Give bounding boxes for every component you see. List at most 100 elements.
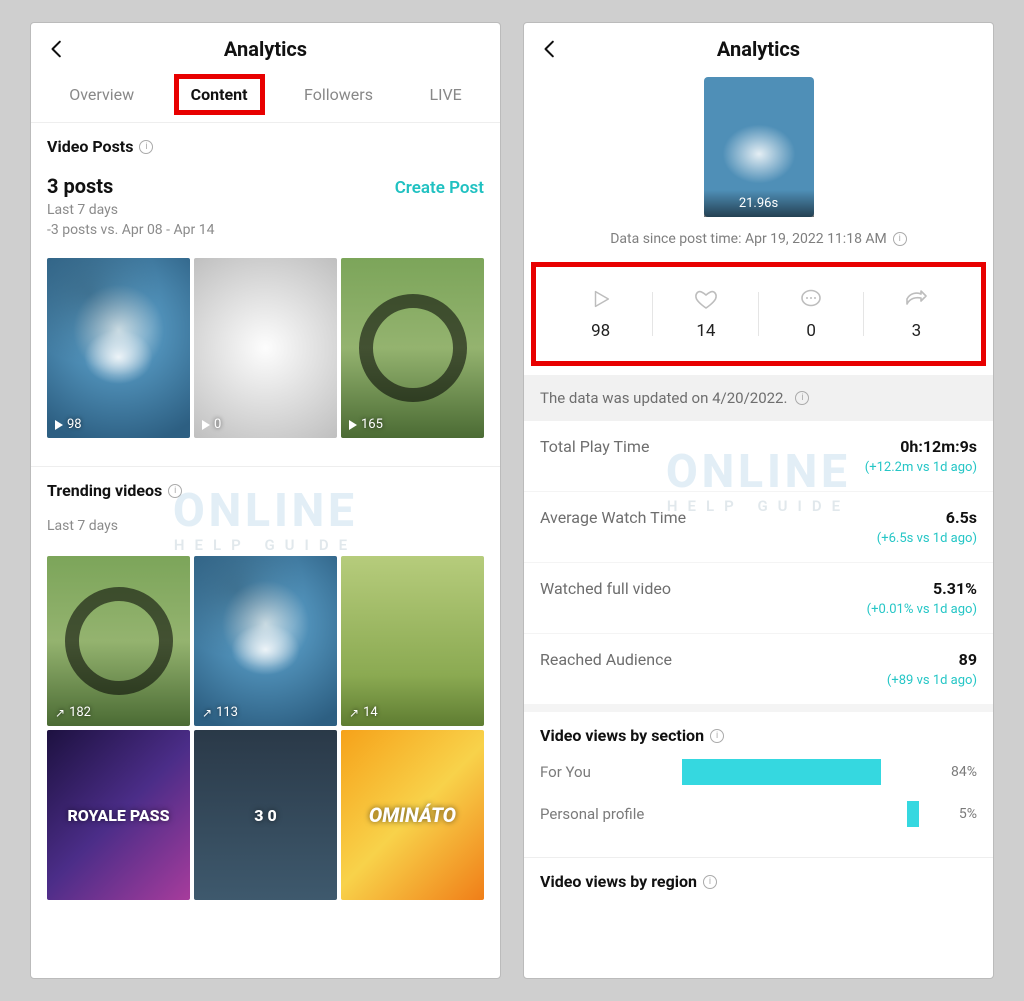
back-icon[interactable] <box>540 38 562 60</box>
trending-thumb[interactable]: ↗ 113 <box>194 556 337 726</box>
metric-value: 5.31% <box>867 579 977 598</box>
info-icon[interactable]: i <box>139 140 153 154</box>
bar-label: Personal profile <box>540 805 670 823</box>
info-icon[interactable]: i <box>893 232 907 246</box>
create-post-link[interactable]: Create Post <box>395 178 484 198</box>
trending-period: Last 7 days <box>47 518 484 534</box>
info-icon[interactable]: i <box>710 729 724 743</box>
page-title: Analytics <box>562 37 955 61</box>
post-thumb[interactable]: 0 <box>194 258 337 438</box>
play-count: 165 <box>361 417 383 432</box>
views-section-title: Video views by section <box>540 726 704 745</box>
post-thumb[interactable]: 165 <box>341 258 484 438</box>
metric-label: Average Watch Time <box>540 508 686 546</box>
play-icon <box>55 420 63 430</box>
arrow-up-icon: ↗ <box>202 706 212 720</box>
comments-value: 0 <box>806 321 816 341</box>
video-duration: 21.96s <box>704 190 814 217</box>
metric-label: Total Play Time <box>540 437 649 475</box>
metric-label: Reached Audience <box>540 650 672 688</box>
posts-period: Last 7 days <box>47 202 214 218</box>
thumb-overlay-text: 3 0 <box>194 730 337 900</box>
likes-value: 14 <box>696 321 715 341</box>
trending-thumb[interactable]: 3 0 <box>194 730 337 900</box>
analytics-video-detail-screen: ONLINEHELP GUIDE Analytics 21.96s Data s… <box>523 22 994 979</box>
views-by-section: Video views by section i <box>524 712 993 751</box>
heart-icon <box>694 287 718 311</box>
bar-label: For You <box>540 763 670 781</box>
info-icon[interactable]: i <box>168 484 182 498</box>
info-icon[interactable]: i <box>795 391 809 405</box>
metric-value: 6.5s <box>877 508 977 527</box>
trending-thumb[interactable]: ↗ 14 <box>341 556 484 726</box>
metric-row: Watched full video 5.31%(+0.01% vs 1d ag… <box>524 563 993 634</box>
updated-text: The data was updated on 4/20/2022. <box>540 389 787 407</box>
play-icon <box>202 420 210 430</box>
metric-row: Total Play Time 0h:12m:9s (+12.2m vs 1d a… <box>524 421 993 492</box>
trending-thumb[interactable]: ROYALE PASS <box>47 730 190 900</box>
stat-plays: 98 <box>548 287 653 341</box>
back-icon[interactable] <box>47 38 69 60</box>
trending-thumb[interactable]: ↗ 182 <box>47 556 190 726</box>
metric-delta: (+89 vs 1d ago) <box>887 673 977 688</box>
posts-delta: -3 posts vs. Apr 08 - Apr 14 <box>47 222 214 238</box>
info-icon[interactable]: i <box>703 875 717 889</box>
post-thumb[interactable]: 98 <box>47 258 190 438</box>
metric-row: Reached Audience 89 (+89 vs 1d ago) <box>524 634 993 704</box>
tab-followers[interactable]: Followers <box>294 81 383 108</box>
play-icon <box>590 287 612 311</box>
bar-fill <box>907 801 919 827</box>
hero: 21.96s Data since post time: Apr 19, 202… <box>524 71 993 255</box>
bar-pct: 84% <box>931 764 977 780</box>
tab-live[interactable]: LIVE <box>419 81 471 108</box>
shares-value: 3 <box>912 321 922 341</box>
bar-fill <box>682 759 881 785</box>
thumb-overlay-text: OMINÁTO <box>341 730 484 900</box>
thumb-overlay-text: ROYALE PASS <box>47 730 190 900</box>
analytics-content-screen: ONLINEHELP GUIDE Analytics Overview Cont… <box>30 22 501 979</box>
video-posts-title: Video Posts <box>47 137 133 156</box>
comment-icon <box>799 287 823 311</box>
metric-row: Average Watch Time 6.5s (+6.5s vs 1d ago) <box>524 492 993 563</box>
analytics-tabs: Overview Content Followers LIVE <box>31 71 500 123</box>
metric-delta: (+12.2m vs 1d ago) <box>865 460 977 475</box>
hero-caption: Data since post time: Apr 19, 2022 11:18… <box>610 231 887 247</box>
header: Analytics <box>524 23 993 71</box>
stat-comments: 0 <box>759 287 864 341</box>
trending-thumb[interactable]: OMINÁTO <box>341 730 484 900</box>
video-posts-section: Video Posts i 3 posts Last 7 days -3 pos… <box>31 123 500 444</box>
tab-content[interactable]: Content <box>181 81 258 108</box>
views-region-title: Video views by region <box>540 872 697 891</box>
stat-shares: 3 <box>864 287 969 341</box>
page-title: Analytics <box>69 37 462 61</box>
metric-delta: (+6.5s vs 1d ago) <box>877 531 977 546</box>
trend-count: 113 <box>216 705 238 720</box>
plays-value: 98 <box>591 321 610 341</box>
post-thumbnails: 98 0 165 <box>47 258 484 438</box>
play-count: 0 <box>214 417 221 432</box>
posts-count: 3 posts <box>47 174 214 198</box>
arrow-up-icon: ↗ <box>349 706 359 720</box>
views-by-region: Video views by region i <box>524 858 993 891</box>
trending-title: Trending videos <box>47 481 162 500</box>
data-updated-banner: The data was updated on 4/20/2022. i <box>524 375 993 421</box>
trend-count: 182 <box>69 705 91 720</box>
trending-grid: ↗ 182 ↗ 113 ↗ 14 ROYALE PASS 3 0 OMINÁTO <box>31 540 500 916</box>
arrow-up-icon: ↗ <box>55 706 65 720</box>
bar-row: For You 84% <box>524 751 993 793</box>
video-hero-thumb[interactable]: 21.96s <box>704 77 814 217</box>
metric-value: 0h:12m:9s <box>865 437 977 456</box>
bar-pct: 5% <box>931 806 977 822</box>
engagement-stats: 98 14 0 3 <box>538 269 979 359</box>
metric-value: 89 <box>887 650 977 669</box>
stat-likes: 14 <box>653 287 758 341</box>
header: Analytics <box>31 23 500 71</box>
trending-section: Trending videos i Last 7 days <box>31 467 500 540</box>
share-icon <box>904 287 928 311</box>
trend-count: 14 <box>363 705 378 720</box>
tab-overview[interactable]: Overview <box>59 81 144 108</box>
bar-row: Personal profile 5% <box>524 793 993 835</box>
play-count: 98 <box>67 417 82 432</box>
play-icon <box>349 420 357 430</box>
metric-delta: (+0.01% vs 1d ago) <box>867 602 977 617</box>
